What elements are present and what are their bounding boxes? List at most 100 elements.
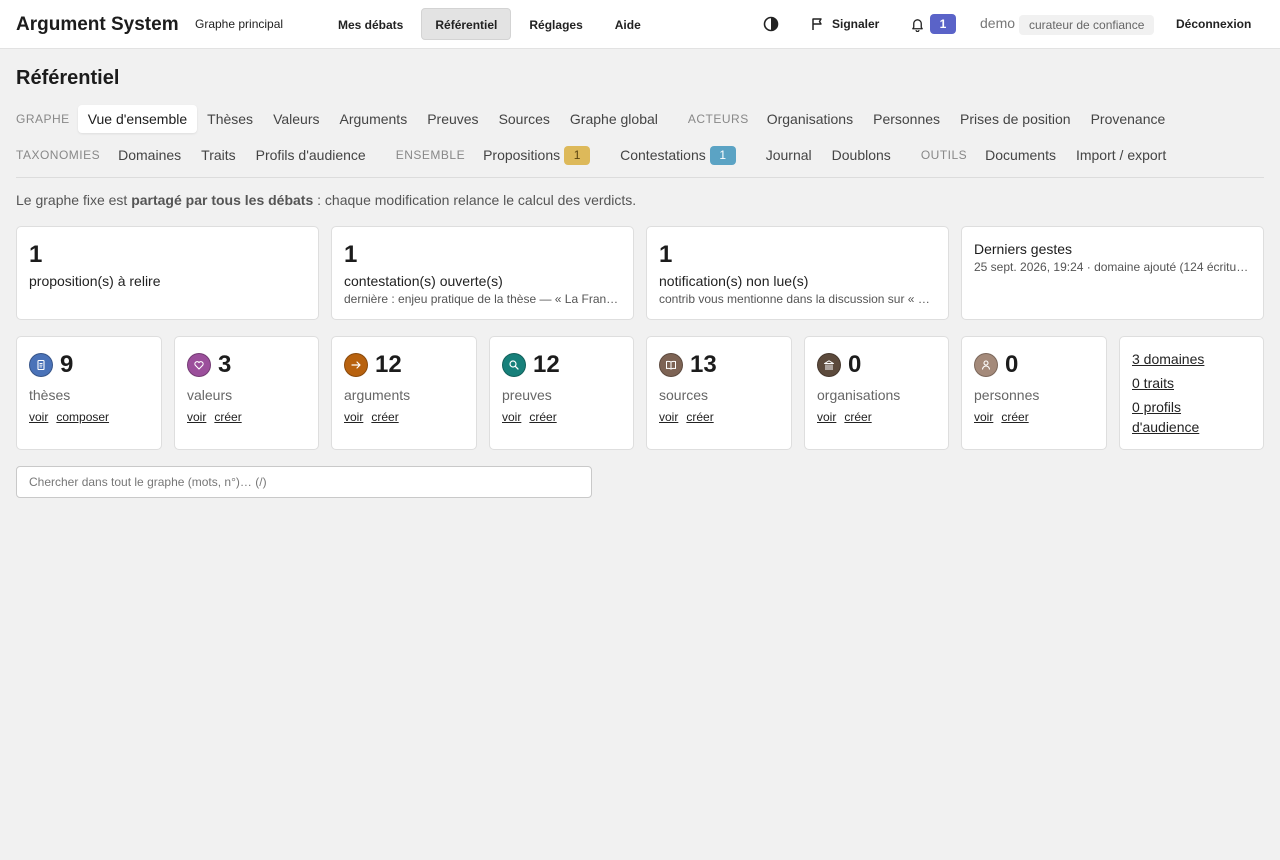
nav-item-aide[interactable]: Aide — [601, 8, 655, 40]
group-label-ensemble: Ensemble — [395, 148, 466, 162]
propositions-count: 1 — [29, 241, 43, 268]
subnav-row-1: Graphe Vue d'ensemble Thèses Valeurs Arg… — [16, 105, 1175, 133]
stat-count-valeurs: 3 — [218, 351, 232, 378]
notifications-label: notification(s) non lue(s) — [659, 273, 809, 289]
contrast-icon — [763, 16, 779, 32]
nav-item-referentiel[interactable]: Référentiel — [421, 8, 512, 40]
notifications-count-badge: 1 — [930, 14, 956, 34]
stat-count-organisations: 0 — [848, 351, 862, 378]
stat-label-preuves: preuves — [502, 387, 552, 403]
document-icon — [29, 353, 53, 377]
subnav-item-theses[interactable]: Thèses — [197, 105, 263, 133]
arrow-right-icon — [344, 353, 368, 377]
graph-selector[interactable]: Graphe principal — [184, 9, 294, 39]
subnav-item-contestations[interactable]: Contestations 1 — [610, 141, 746, 169]
logout-button[interactable]: Déconnexion — [1163, 9, 1264, 39]
intro-prefix: Le graphe fixe est — [16, 192, 132, 208]
contestations-summary-card[interactable]: 1 contestation(s) ouverte(s) dernière : … — [331, 226, 634, 320]
person-icon — [974, 353, 998, 377]
subnav-item-preuves[interactable]: Preuves — [417, 105, 488, 133]
nav-item-reglages[interactable]: Réglages — [515, 8, 596, 40]
stat-label-sources: sources — [659, 387, 709, 403]
subnav-item-doublons[interactable]: Doublons — [822, 141, 901, 169]
stat-count-personnes: 0 — [1005, 351, 1019, 378]
propositions-count-badge: 1 — [564, 145, 591, 165]
traits-link[interactable]: 0 traits — [1132, 373, 1242, 393]
stat-card-sources: 13 sources voir créer — [646, 336, 792, 450]
subnav-item-traits[interactable]: Traits — [191, 141, 245, 169]
propositions-label: proposition(s) à relire — [29, 273, 161, 289]
notifications-button[interactable]: 1 — [902, 9, 964, 39]
notifications-summary-card[interactable]: 1 notification(s) non lue(s) contrib vou… — [646, 226, 949, 320]
subnav-row-2: Taxonomies Domaines Traits Profils d'aud… — [16, 141, 1176, 169]
voir-theses-link[interactable]: voir — [29, 410, 48, 424]
group-label-taxonomies: Taxonomies — [16, 148, 101, 162]
subnav-item-vue-ensemble[interactable]: Vue d'ensemble — [77, 105, 198, 133]
stat-count-sources: 13 — [690, 351, 717, 378]
notifications-detail: contrib vous mentionne dans la discussio… — [659, 292, 936, 306]
flag-icon — [812, 18, 822, 30]
stat-card-valeurs: 3 valeurs voir créer — [174, 336, 319, 450]
subnav-item-personnes[interactable]: Personnes — [863, 105, 950, 133]
intro-suffix: : chaque modification relance le calcul … — [313, 192, 637, 208]
subnav-item-contestations-label: Contestations — [620, 147, 706, 163]
composer-these-link[interactable]: composer — [56, 410, 109, 424]
subnav-item-journal[interactable]: Journal — [756, 141, 822, 169]
voir-personnes-link[interactable]: voir — [974, 410, 993, 424]
nav-item-mes-debats[interactable]: Mes débats — [324, 8, 417, 40]
subnav-item-import-export[interactable]: Import / export — [1066, 141, 1176, 169]
subnav-item-valeurs[interactable]: Valeurs — [263, 105, 329, 133]
group-label-outils: Outils — [920, 148, 968, 162]
subnav-item-propositions[interactable]: Propositions 1 — [473, 141, 600, 169]
intro-bold: partagé par tous les débats — [131, 192, 314, 208]
subnav-item-documents[interactable]: Documents — [975, 141, 1066, 169]
creer-organisation-link[interactable]: créer — [844, 410, 871, 424]
subnav-item-arguments[interactable]: Arguments — [330, 105, 418, 133]
intro-text: Le graphe fixe est partagé par tous les … — [16, 192, 636, 208]
creer-valeur-link[interactable]: créer — [214, 410, 241, 424]
subnav-item-sources[interactable]: Sources — [489, 105, 560, 133]
creer-source-link[interactable]: créer — [686, 410, 713, 424]
creer-preuve-link[interactable]: créer — [529, 410, 556, 424]
creer-argument-link[interactable]: créer — [371, 410, 398, 424]
group-label-acteurs: Acteurs — [687, 112, 749, 126]
building-icon — [817, 353, 841, 377]
stat-card-preuves: 12 preuves voir créer — [489, 336, 634, 450]
profils-audience-link[interactable]: 0 profils d'audience — [1132, 397, 1242, 437]
voir-valeurs-link[interactable]: voir — [187, 410, 206, 424]
subnav-item-propositions-label: Propositions — [483, 147, 561, 163]
stat-card-theses: 9 thèses voir composer — [16, 336, 162, 450]
stat-label-valeurs: valeurs — [187, 387, 233, 403]
signal-label: Signaler — [832, 17, 880, 31]
subnav-item-graphe-global[interactable]: Graphe global — [560, 105, 668, 133]
voir-sources-link[interactable]: voir — [659, 410, 678, 424]
subnav-item-domaines[interactable]: Domaines — [108, 141, 191, 169]
contrast-toggle-button[interactable] — [756, 9, 786, 39]
contestations-count-badge: 1 — [709, 145, 736, 165]
contestations-label: contestation(s) ouverte(s) — [344, 273, 503, 289]
creer-personne-link[interactable]: créer — [1001, 410, 1028, 424]
signal-button[interactable]: Signaler — [800, 9, 889, 39]
heart-icon — [187, 353, 211, 377]
notifications-count: 1 — [659, 241, 673, 268]
contestations-detail: dernière : enjeu pratique de la thèse — … — [344, 292, 621, 306]
voir-arguments-link[interactable]: voir — [344, 410, 363, 424]
propositions-summary-card[interactable]: 1 proposition(s) à relire — [16, 226, 319, 320]
voir-organisations-link[interactable]: voir — [817, 410, 836, 424]
domaines-link[interactable]: 3 domaines — [1132, 349, 1242, 369]
top-bar: Argument System Graphe principal Mes déb… — [0, 0, 1280, 49]
stat-card-organisations: 0 organisations voir créer — [804, 336, 949, 450]
voir-preuves-link[interactable]: voir — [502, 410, 521, 424]
brand-title[interactable]: Argument System — [16, 14, 179, 36]
section-divider — [16, 177, 1264, 178]
stat-count-preuves: 12 — [533, 351, 560, 378]
subnav-item-prises-de-position[interactable]: Prises de position — [950, 105, 1081, 133]
subnav-item-provenance[interactable]: Provenance — [1081, 105, 1176, 133]
subnav-item-profils-audience[interactable]: Profils d'audience — [246, 141, 376, 169]
user-name: demo — [980, 15, 1016, 31]
graph-search-input[interactable] — [16, 466, 592, 498]
derniers-gestes-card[interactable]: Derniers gestes 25 sept. 2026, 19:24 · d… — [961, 226, 1264, 320]
stat-label-personnes: personnes — [974, 387, 1040, 403]
subnav-item-organisations[interactable]: Organisations — [757, 105, 863, 133]
stat-label-arguments: arguments — [344, 387, 411, 403]
